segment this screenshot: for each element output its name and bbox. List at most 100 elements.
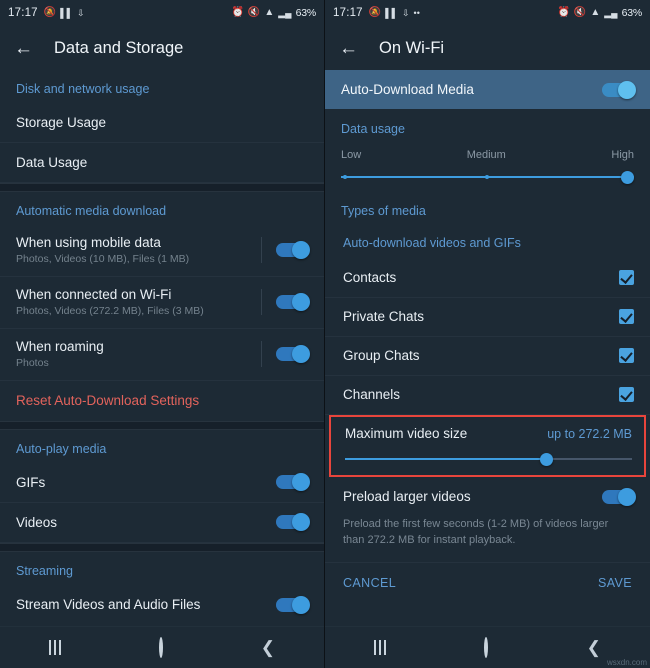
left-nav-bar: ❮ [0, 626, 324, 668]
left-app-bar: ← Data and Storage [0, 26, 324, 70]
row-wifi[interactable]: When connected on Wi-Fi Photos, Videos (… [0, 277, 324, 329]
slider-fill [345, 458, 549, 460]
signal-bars-icon: ▌▌ [385, 7, 398, 18]
maximum-video-size-slider[interactable] [345, 451, 632, 467]
maximum-video-size-block[interactable]: Maximum video size up to 272.2 MB [329, 415, 646, 477]
wifi-icon: ▲ [590, 7, 601, 18]
status-left-icons: 🔕 ▌▌ ⇩ •• [369, 8, 420, 18]
row-roaming[interactable]: When roaming Photos [0, 329, 324, 381]
status-clock: 17:17 [8, 7, 38, 19]
row-videos[interactable]: Videos [0, 503, 324, 543]
check-label: Group Chats [343, 348, 420, 363]
row-subtitle: Photos, Videos (10 MB), Files (1 MB) [16, 253, 190, 265]
row-reset-auto-download[interactable]: Reset Auto-Download Settings [0, 381, 324, 421]
row-mobile-data[interactable]: When using mobile data Photos, Videos (1… [0, 225, 324, 277]
home-icon[interactable] [158, 636, 163, 658]
cell-signal-icon: ▂▄ [278, 7, 292, 18]
toggle-preload-larger-videos[interactable] [602, 487, 636, 506]
toggle-mobile-data[interactable] [276, 241, 310, 259]
more-dots-icon: •• [413, 7, 420, 18]
checkbox-group-chats[interactable] [619, 348, 634, 363]
toggle-roaming[interactable] [276, 345, 310, 363]
tick-low: Low [341, 149, 362, 161]
row-label: When roaming [16, 339, 104, 354]
row-separator [261, 341, 262, 367]
cancel-button[interactable]: CANCEL [343, 576, 396, 590]
tick-high: High [611, 149, 634, 161]
preload-note: Preload the first few seconds (1-2 MB) o… [343, 518, 609, 546]
auto-download-media-label: Auto-Download Media [341, 82, 474, 97]
left-status-bar: 17:17 🔕 ▌▌ ⇩ ⏰ 🔇 ▲ ▂▄ 63% [0, 0, 324, 26]
row-gifs[interactable]: GIFs [0, 463, 324, 503]
toggle-wifi[interactable] [276, 293, 310, 311]
tick-medium: Medium [466, 149, 506, 161]
row-storage-usage[interactable]: Storage Usage [0, 103, 324, 143]
preload-larger-videos-row[interactable]: Preload larger videos [325, 477, 650, 517]
slider-knob[interactable] [540, 453, 554, 466]
slider-knob[interactable] [621, 171, 634, 184]
download-icon: ⇩ [77, 7, 85, 18]
battery-percent: 63% [621, 7, 643, 19]
right-phone-screen: 17:17 🔕 ▌▌ ⇩ •• ⏰ 🔇 ▲ ▂▄ 63% ← On Wi-Fi … [325, 0, 650, 668]
back-arrow-icon[interactable]: ← [339, 39, 365, 58]
data-usage-slider[interactable] [341, 169, 634, 185]
page-title: On Wi-Fi [379, 38, 445, 57]
check-row-group-chats[interactable]: Group Chats [325, 337, 650, 376]
checkbox-contacts[interactable] [619, 270, 634, 285]
reset-label: Reset Auto-Download Settings [16, 393, 200, 408]
panel-header: Auto-download videos and GIFs [343, 236, 521, 250]
toggle-streaming[interactable] [276, 595, 310, 614]
battery-percent: 63% [295, 7, 317, 19]
mute-icon: 🔇 [247, 7, 261, 18]
row-label: Stream Videos and Audio Files [16, 597, 201, 612]
watermark: wsxdn.com [606, 658, 647, 667]
status-clock: 17:17 [333, 7, 363, 19]
data-usage-header: Data usage [341, 122, 405, 136]
back-arrow-icon[interactable]: ← [14, 39, 40, 58]
right-nav-bar: ❮ [325, 626, 650, 668]
status-left-icons: 🔕 ▌▌ ⇩ [44, 8, 85, 18]
alarm-icon: ⏰ [557, 7, 570, 18]
check-row-contacts[interactable]: Contacts [325, 259, 650, 298]
row-stream-videos-audio[interactable]: Stream Videos and Audio Files [0, 585, 324, 625]
check-row-private-chats[interactable]: Private Chats [325, 298, 650, 337]
row-separator [261, 289, 262, 315]
bell-mute-icon: 🔕 [43, 7, 57, 18]
bell-mute-icon: 🔕 [368, 7, 382, 18]
section-header-automatic-media-download: Automatic media download [16, 204, 167, 218]
preload-label: Preload larger videos [343, 489, 471, 504]
checkbox-private-chats[interactable] [619, 309, 634, 324]
row-label: Data Usage [16, 154, 88, 170]
data-usage-tick-labels: Low Medium High [341, 149, 634, 161]
check-row-channels[interactable]: Channels [325, 376, 650, 415]
auto-download-panel: Auto-download videos and GIFs Contacts P… [325, 226, 650, 604]
right-app-bar: ← On Wi-Fi [325, 26, 650, 70]
recents-icon[interactable] [48, 640, 61, 655]
toggle-auto-download-media[interactable] [602, 80, 636, 99]
row-label: When using mobile data [16, 235, 161, 250]
auto-download-media-row[interactable]: Auto-Download Media [325, 70, 650, 109]
check-label: Contacts [343, 270, 397, 285]
recents-icon[interactable] [374, 640, 387, 655]
wifi-icon: ▲ [264, 7, 275, 18]
section-divider [0, 543, 324, 552]
toggle-videos[interactable] [276, 513, 310, 531]
back-icon[interactable]: ❮ [587, 639, 601, 656]
check-label: Private Chats [343, 309, 425, 324]
types-of-media-header: Types of media [341, 204, 426, 218]
page-title: Data and Storage [54, 38, 184, 57]
screenshot-root: 17:17 🔕 ▌▌ ⇩ ⏰ 🔇 ▲ ▂▄ 63% ← Data and Sto… [0, 0, 650, 668]
row-data-usage[interactable]: Data Usage [0, 143, 324, 183]
right-status-bar: 17:17 🔕 ▌▌ ⇩ •• ⏰ 🔇 ▲ ▂▄ 63% [325, 0, 650, 26]
section-divider [0, 183, 324, 192]
panel-actions: CANCEL SAVE [325, 561, 650, 604]
row-label: Videos [16, 514, 58, 530]
section-header-streaming: Streaming [16, 564, 73, 578]
back-icon[interactable]: ❮ [261, 639, 275, 656]
maximum-video-size-value: up to 272.2 MB [547, 427, 632, 441]
save-button[interactable]: SAVE [598, 576, 632, 590]
maximum-video-size-label: Maximum video size [345, 426, 468, 441]
checkbox-channels[interactable] [619, 387, 634, 402]
toggle-gifs[interactable] [276, 473, 310, 491]
home-icon[interactable] [484, 636, 489, 658]
